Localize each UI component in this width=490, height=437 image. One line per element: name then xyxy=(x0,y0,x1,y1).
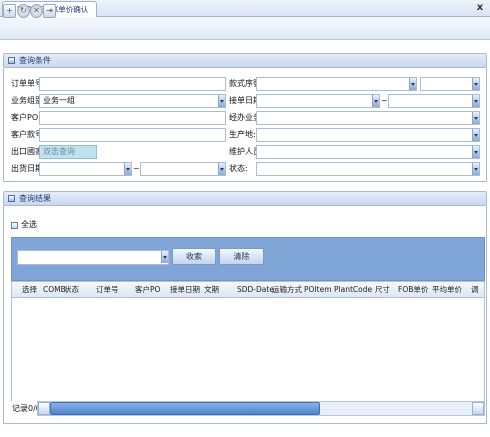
cancel-icon: ✕ xyxy=(33,6,40,15)
column-header[interactable]: 订单号 xyxy=(96,282,119,298)
new-icon: + xyxy=(6,6,13,15)
scroll-left-arrow[interactable] xyxy=(38,402,50,415)
order-date-to[interactable] xyxy=(388,94,480,108)
chevron-down-icon[interactable] xyxy=(472,163,479,175)
factory-label: 生产地: xyxy=(229,130,256,139)
chevron-down-icon[interactable] xyxy=(472,129,479,141)
biz-group-value: 业务一组 xyxy=(43,96,75,105)
chevron-down-icon[interactable] xyxy=(372,95,379,107)
results-panel-header[interactable]: 查询结果 xyxy=(3,191,487,206)
refresh-button[interactable]: ↻ xyxy=(17,4,30,18)
collect-button[interactable]: 收索 xyxy=(172,248,216,265)
handler-combo[interactable] xyxy=(256,111,480,125)
chevron-down-icon[interactable] xyxy=(472,95,479,107)
clear-button[interactable]: 清除 xyxy=(219,248,264,265)
column-header[interactable]: SDD-Date xyxy=(237,282,274,298)
select-all-toggle[interactable]: 全选 xyxy=(11,218,37,232)
customer-po-label: 客户PO: xyxy=(11,113,41,122)
biz-group-combo[interactable]: 业务一组 xyxy=(39,94,226,108)
export-button[interactable]: ⇥ xyxy=(43,4,56,18)
factory-combo[interactable] xyxy=(256,128,480,142)
chevron-down-icon[interactable] xyxy=(409,78,416,90)
customer-po-input[interactable] xyxy=(39,111,226,125)
grid-header: 选择 COMB 状态 订单号 客户PO 接单日期 文期 SDD-Date 运输方… xyxy=(11,281,485,298)
chevron-down-icon[interactable] xyxy=(472,78,479,90)
horizontal-scrollbar[interactable] xyxy=(37,401,485,416)
scroll-thumb[interactable] xyxy=(50,402,320,415)
column-header[interactable]: POItem xyxy=(304,282,332,298)
chevron-down-icon[interactable] xyxy=(161,251,168,263)
order-no-input[interactable] xyxy=(39,77,226,91)
range-separator: ~ xyxy=(381,96,388,105)
ship-date-from[interactable] xyxy=(39,162,132,176)
column-header[interactable]: 调 xyxy=(471,282,479,298)
new-button[interactable]: + xyxy=(3,4,16,18)
scroll-right-arrow[interactable] xyxy=(472,402,484,415)
chevron-down-icon[interactable] xyxy=(472,146,479,158)
results-panel-title: 查询结果 xyxy=(19,194,51,203)
column-header[interactable]: COMB xyxy=(43,282,66,298)
range-separator: ~ xyxy=(133,164,140,173)
column-header[interactable]: 选择 xyxy=(22,282,37,298)
chevron-down-icon[interactable] xyxy=(472,112,479,124)
ship-date-to[interactable] xyxy=(140,162,226,176)
cancel-button[interactable]: ✕ xyxy=(30,4,43,18)
column-header[interactable]: 平均单价 xyxy=(432,282,462,298)
chevron-down-icon[interactable] xyxy=(218,95,225,107)
column-header[interactable]: 尺寸 xyxy=(375,282,390,298)
chevron-down-icon[interactable] xyxy=(218,163,225,175)
close-icon[interactable]: x xyxy=(474,2,486,14)
chevron-down-icon[interactable] xyxy=(124,163,131,175)
column-header[interactable]: PlantCode xyxy=(334,282,372,298)
column-header[interactable]: FOB单价 xyxy=(398,282,428,298)
select-all-label: 全选 xyxy=(21,220,37,229)
filter-combo[interactable] xyxy=(17,250,169,265)
grid-body[interactable] xyxy=(11,298,485,401)
column-header[interactable]: 运输方式 xyxy=(272,282,302,298)
select-all-checkbox[interactable] xyxy=(11,221,18,229)
order-date-from[interactable] xyxy=(256,94,380,108)
query-panel-title: 查询条件 xyxy=(19,56,51,65)
column-header[interactable]: 状态 xyxy=(64,282,79,298)
export-icon: ⇥ xyxy=(46,6,53,15)
collapse-icon[interactable] xyxy=(8,57,15,64)
style-no-extra-combo[interactable] xyxy=(420,77,480,91)
customer-style-input[interactable] xyxy=(39,128,226,142)
collapse-icon[interactable] xyxy=(8,195,15,202)
maintainer-combo[interactable] xyxy=(256,145,480,159)
toolbar xyxy=(0,17,490,40)
column-header[interactable]: 接单日期 xyxy=(170,282,200,298)
refresh-icon: ↻ xyxy=(20,6,27,15)
column-header[interactable]: 客户PO xyxy=(135,282,160,298)
status-label: 状态: xyxy=(229,164,248,173)
status-combo[interactable] xyxy=(256,162,480,176)
export-country-input[interactable]: 双击查询 xyxy=(39,145,97,159)
column-header[interactable]: 文期 xyxy=(204,282,219,298)
style-no-combo[interactable] xyxy=(256,77,417,91)
query-panel-header[interactable]: 查询条件 xyxy=(3,53,487,68)
